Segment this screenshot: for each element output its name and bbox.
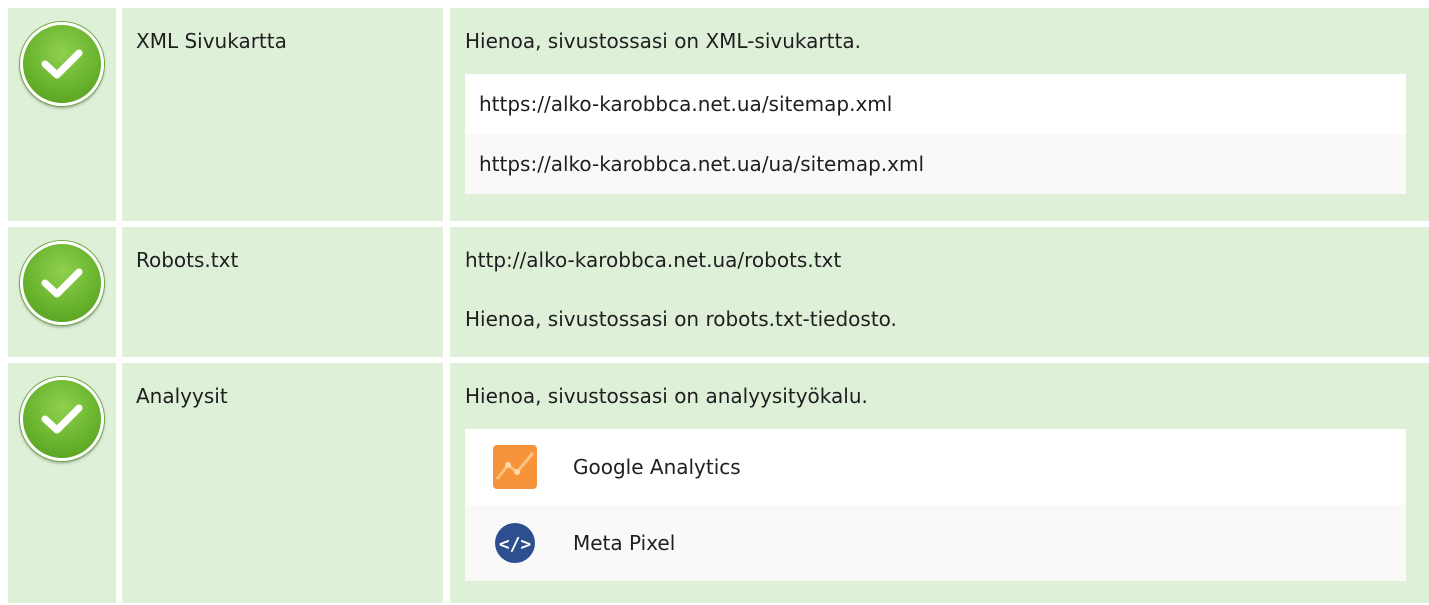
analytics-tool-name: Google Analytics bbox=[573, 455, 741, 479]
row-content: Hienoa, sivustossasi on XML-sivukartta. … bbox=[450, 8, 1429, 221]
google-analytics-icon bbox=[493, 445, 537, 489]
analytics-tool-item: Google Analytics bbox=[465, 429, 1406, 505]
check-icon bbox=[20, 22, 104, 106]
sitemap-list: https://alko-karobbca.net.ua/sitemap.xml… bbox=[465, 74, 1406, 194]
row-label: Robots.txt bbox=[122, 227, 443, 357]
robots-url[interactable]: http://alko-karobbca.net.ua/robots.txt bbox=[465, 246, 1406, 274]
result-row-robots: Robots.txt http://alko-karobbca.net.ua/r… bbox=[8, 227, 1429, 357]
analytics-tool-list: Google Analytics </> Meta Pixel bbox=[465, 429, 1406, 581]
svg-text:</>: </> bbox=[499, 534, 532, 555]
meta-pixel-icon: </> bbox=[493, 521, 537, 565]
check-icon bbox=[20, 377, 104, 461]
row-label: Analyysit bbox=[122, 363, 443, 603]
status-cell bbox=[8, 227, 116, 357]
result-row-sitemap: XML Sivukartta Hienoa, sivustossasi on X… bbox=[8, 8, 1429, 221]
check-icon bbox=[20, 241, 104, 325]
analytics-tool-item: </> Meta Pixel bbox=[465, 505, 1406, 581]
row-content: http://alko-karobbca.net.ua/robots.txt H… bbox=[450, 227, 1429, 357]
status-cell bbox=[8, 8, 116, 221]
sitemap-link[interactable]: https://alko-karobbca.net.ua/ua/sitemap.… bbox=[465, 134, 1406, 194]
status-message: Hienoa, sivustossasi on XML-sivukartta. bbox=[465, 29, 861, 53]
seo-results-table: XML Sivukartta Hienoa, sivustossasi on X… bbox=[8, 8, 1429, 603]
status-message: Hienoa, sivustossasi on analyysityökalu. bbox=[465, 384, 868, 408]
status-message: Hienoa, sivustossasi on robots.txt-tiedo… bbox=[465, 307, 897, 331]
sitemap-link[interactable]: https://alko-karobbca.net.ua/sitemap.xml bbox=[465, 74, 1406, 134]
status-cell bbox=[8, 363, 116, 603]
analytics-tool-name: Meta Pixel bbox=[573, 531, 676, 555]
row-label: XML Sivukartta bbox=[122, 8, 443, 221]
result-row-analytics: Analyysit Hienoa, sivustossasi on analyy… bbox=[8, 363, 1429, 603]
row-content: Hienoa, sivustossasi on analyysityökalu.… bbox=[450, 363, 1429, 603]
